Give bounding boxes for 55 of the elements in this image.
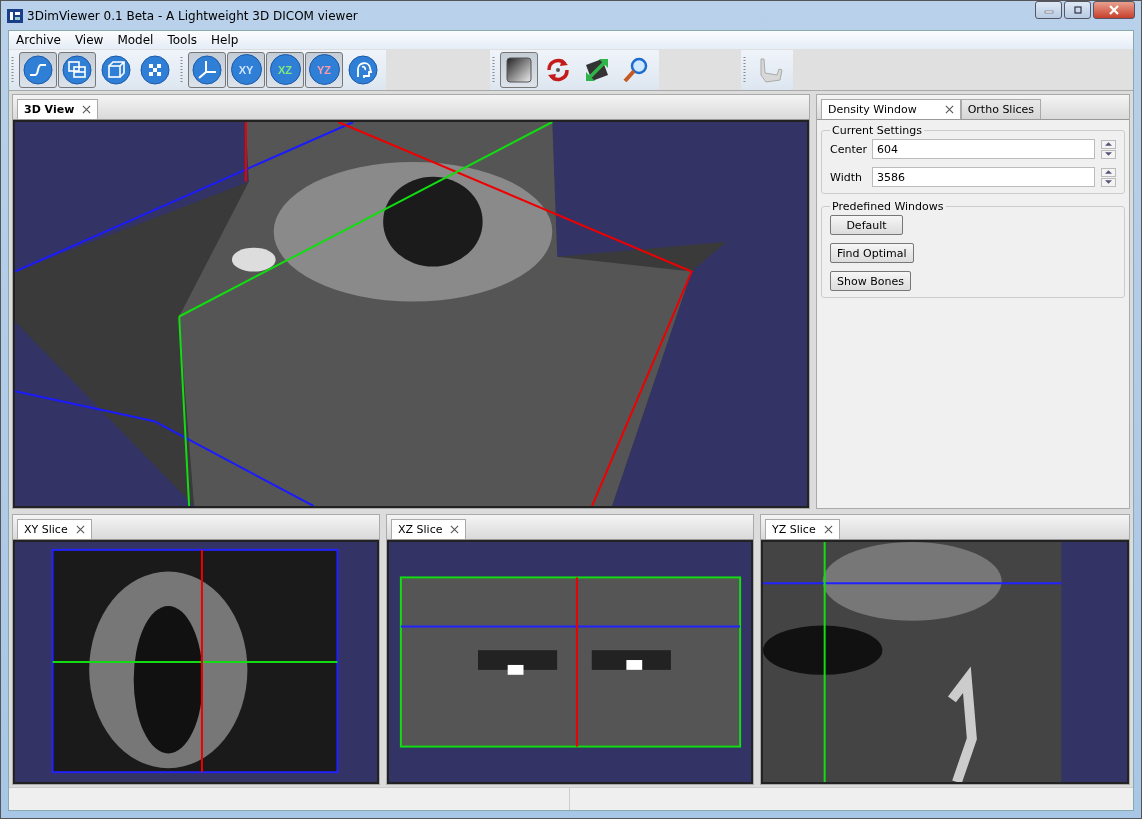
menu-item[interactable]: Archive (9, 33, 68, 47)
close-icon[interactable] (82, 105, 92, 114)
spin-down-button[interactable] (1101, 149, 1116, 159)
toolbar-grip-icon[interactable] (11, 54, 14, 85)
spin-up-button[interactable] (1101, 139, 1116, 149)
up-arrow-icon (1105, 170, 1112, 174)
menu-item[interactable]: Tools (160, 33, 204, 47)
slice-tab[interactable]: XZ Slice (391, 519, 467, 539)
gradient-square-icon (504, 54, 534, 85)
toolbar-grip-icon[interactable] (492, 54, 495, 85)
close-icon[interactable] (823, 525, 833, 534)
close-icon (1107, 5, 1121, 15)
number-field[interactable]: 604 (872, 139, 1095, 159)
group-title: Current Settings (831, 124, 923, 137)
maximize-button[interactable] (1064, 1, 1091, 19)
group-title: Predefined Windows (831, 200, 945, 213)
toolbar-grip-icon[interactable] (180, 54, 183, 85)
preset-button[interactable]: Default (830, 215, 903, 235)
cube-icon (101, 54, 131, 85)
slice-tab[interactable]: XY Slice (17, 519, 92, 539)
axes-icon (192, 54, 222, 85)
toolbar-grip-icon[interactable] (743, 54, 746, 85)
field-label: Width (830, 170, 863, 184)
up-arrow-icon (1105, 142, 1112, 146)
spin-down-button[interactable] (1101, 177, 1116, 187)
panel-tab[interactable]: Ortho Slices (960, 99, 1042, 119)
spin-up-button[interactable] (1101, 167, 1116, 177)
maximize-icon (1071, 6, 1084, 14)
view-tab[interactable]: 3D View (17, 99, 99, 119)
down-arrow-icon (1105, 152, 1112, 156)
preset-button[interactable]: Find Optimal (830, 243, 914, 263)
curve-icon (23, 54, 53, 85)
toolbar-button[interactable] (58, 51, 96, 88)
app-logo-icon (7, 7, 23, 24)
close-icon[interactable] (944, 105, 954, 114)
close-icon[interactable] (450, 525, 460, 534)
checker-icon (140, 54, 170, 85)
toolbar-button[interactable] (500, 51, 538, 88)
close-icon[interactable] (75, 525, 85, 534)
down-arrow-icon (1105, 180, 1112, 184)
toolbar-button[interactable] (188, 51, 226, 88)
panel-tab[interactable]: Density Window (821, 99, 961, 119)
menu-item[interactable]: Model (110, 33, 161, 47)
menu-item[interactable]: View (67, 33, 111, 47)
preset-button[interactable]: Show Bones (830, 271, 911, 291)
window-title: 3DimViewer 0.1 Beta - A Lightweight 3D DICOM viewer (27, 8, 358, 23)
minimize-button[interactable] (1035, 1, 1062, 19)
close-button[interactable] (1093, 1, 1135, 19)
toolbar-button[interactable] (19, 51, 57, 88)
windows-icon (62, 54, 92, 85)
slice-tab[interactable]: YZ Slice (765, 519, 840, 539)
field-label: Center (830, 142, 866, 156)
head-icon (348, 54, 378, 85)
number-field[interactable]: 3586 (872, 167, 1095, 187)
menu-item[interactable]: Help (204, 33, 246, 47)
